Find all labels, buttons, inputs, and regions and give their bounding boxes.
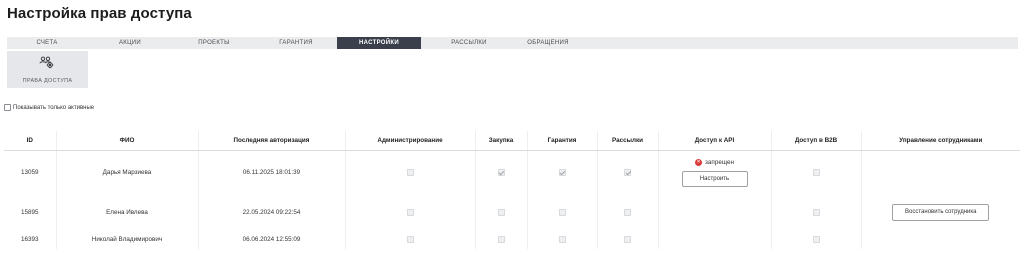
tab-projects[interactable]: ПРОЕКТЫ [173, 37, 255, 49]
mailing-checkbox [624, 169, 631, 177]
header-staff-management: Управление сотрудниками [861, 131, 1020, 151]
tab-settings[interactable]: НАСТРОЙКИ [337, 37, 421, 49]
admin-checkbox [406, 169, 414, 177]
active-only-label: Показывать только активные [13, 104, 95, 111]
page-title: Настройка прав доступа [7, 5, 192, 22]
cell-last-login: 22.05.2024 09:22:54 [198, 195, 346, 230]
subtab-label: ПРАВА ДОСТУПА [22, 78, 73, 84]
cell-purchase [475, 230, 528, 249]
header-name: ФИО [56, 131, 199, 151]
mailing-checkbox [624, 208, 631, 216]
cell-warranty [527, 150, 598, 195]
error-icon: ✕ [695, 158, 703, 166]
purchase-checkbox [497, 235, 505, 243]
cell-last-login: 06.06.2024 12:55:09 [198, 230, 346, 249]
api-status-text: запрещен [705, 158, 734, 166]
cell-mailing [597, 230, 659, 249]
purchase-checkbox [497, 208, 505, 216]
cell-purchase [475, 195, 528, 230]
cell-id: 15895 [4, 195, 57, 230]
cell-warranty [527, 195, 598, 230]
header-b2b-access: Доступ в B2B [771, 131, 862, 151]
admin-checkbox [406, 208, 414, 216]
admin-checkbox [406, 235, 414, 243]
table-row: 16393 Николай Владимирович 06.06.2024 12… [4, 230, 1020, 249]
b2b-checkbox [812, 169, 820, 177]
cell-name: Дарья Марзиева [56, 150, 199, 195]
table-header-row: ID ФИО Последняя авторизация Администрир… [4, 131, 1020, 151]
users-gear-icon [39, 56, 55, 69]
cell-admin [345, 150, 476, 195]
cell-admin [345, 230, 476, 249]
cell-api-access [658, 230, 772, 249]
tab-accounts[interactable]: СЧЕТА [7, 37, 87, 49]
cell-id: 16393 [4, 230, 57, 249]
header-purchase: Закупка [475, 131, 528, 151]
cell-warranty [527, 230, 598, 249]
cell-admin [345, 195, 476, 230]
warranty-checkbox [558, 235, 566, 243]
header-last-login: Последняя авторизация [198, 131, 346, 151]
header-api-access: Доступ к API [658, 131, 772, 151]
cell-last-login: 06.11.2025 18:01:39 [198, 150, 346, 195]
configure-api-button[interactable]: Настроить [681, 170, 748, 187]
tab-mailings[interactable]: РАССЫЛКИ [421, 37, 517, 49]
cell-mailing [597, 195, 659, 230]
warranty-checkbox [558, 208, 566, 216]
active-only-checkbox[interactable] [4, 104, 11, 111]
subtab-access-rights[interactable]: ПРАВА ДОСТУПА [7, 51, 88, 88]
tab-promotions[interactable]: АКЦИИ [87, 37, 173, 49]
access-table: ID ФИО Последняя авторизация Администрир… [4, 131, 1020, 249]
header-mailing: Рассылки [597, 131, 659, 151]
cell-id: 13059 [4, 150, 57, 195]
cell-b2b [771, 150, 862, 195]
cell-staff-management: Восстановить сотрудника [861, 195, 1020, 230]
active-only-filter[interactable]: Показывать только активные [4, 104, 94, 111]
cell-staff-management [861, 150, 1020, 195]
tab-warranty[interactable]: ГАРАНТИЯ [255, 37, 337, 49]
table-row: 15895 Елена Ивлева 22.05.2024 09:22:54 В… [4, 195, 1020, 230]
b2b-checkbox [812, 235, 820, 243]
header-id: ID [4, 131, 57, 151]
mailing-checkbox [624, 235, 631, 243]
cell-api-access [658, 195, 772, 230]
cell-name: Николай Владимирович [56, 230, 199, 249]
cell-mailing [597, 150, 659, 195]
cell-name: Елена Ивлева [56, 195, 199, 230]
restore-employee-button[interactable]: Восстановить сотрудника [892, 204, 990, 221]
table-row: 13059 Дарья Марзиева 06.11.2025 18:01:39… [4, 150, 1020, 195]
main-tabs: СЧЕТА АКЦИИ ПРОЕКТЫ ГАРАНТИЯ НАСТРОЙКИ Р… [7, 37, 1018, 49]
warranty-checkbox [558, 169, 566, 177]
header-admin: Администрирование [345, 131, 476, 151]
cell-purchase [475, 150, 528, 195]
header-warranty: Гарантия [527, 131, 598, 151]
purchase-checkbox [497, 169, 505, 177]
cell-staff-management [861, 230, 1020, 249]
cell-api-access: ✕ запрещен Настроить [658, 150, 772, 195]
cell-b2b [771, 195, 862, 230]
cell-b2b [771, 230, 862, 249]
b2b-checkbox [812, 208, 820, 216]
tab-requests[interactable]: ОБРАЩЕНИЯ [517, 37, 579, 49]
api-status: ✕ запрещен [659, 158, 771, 166]
